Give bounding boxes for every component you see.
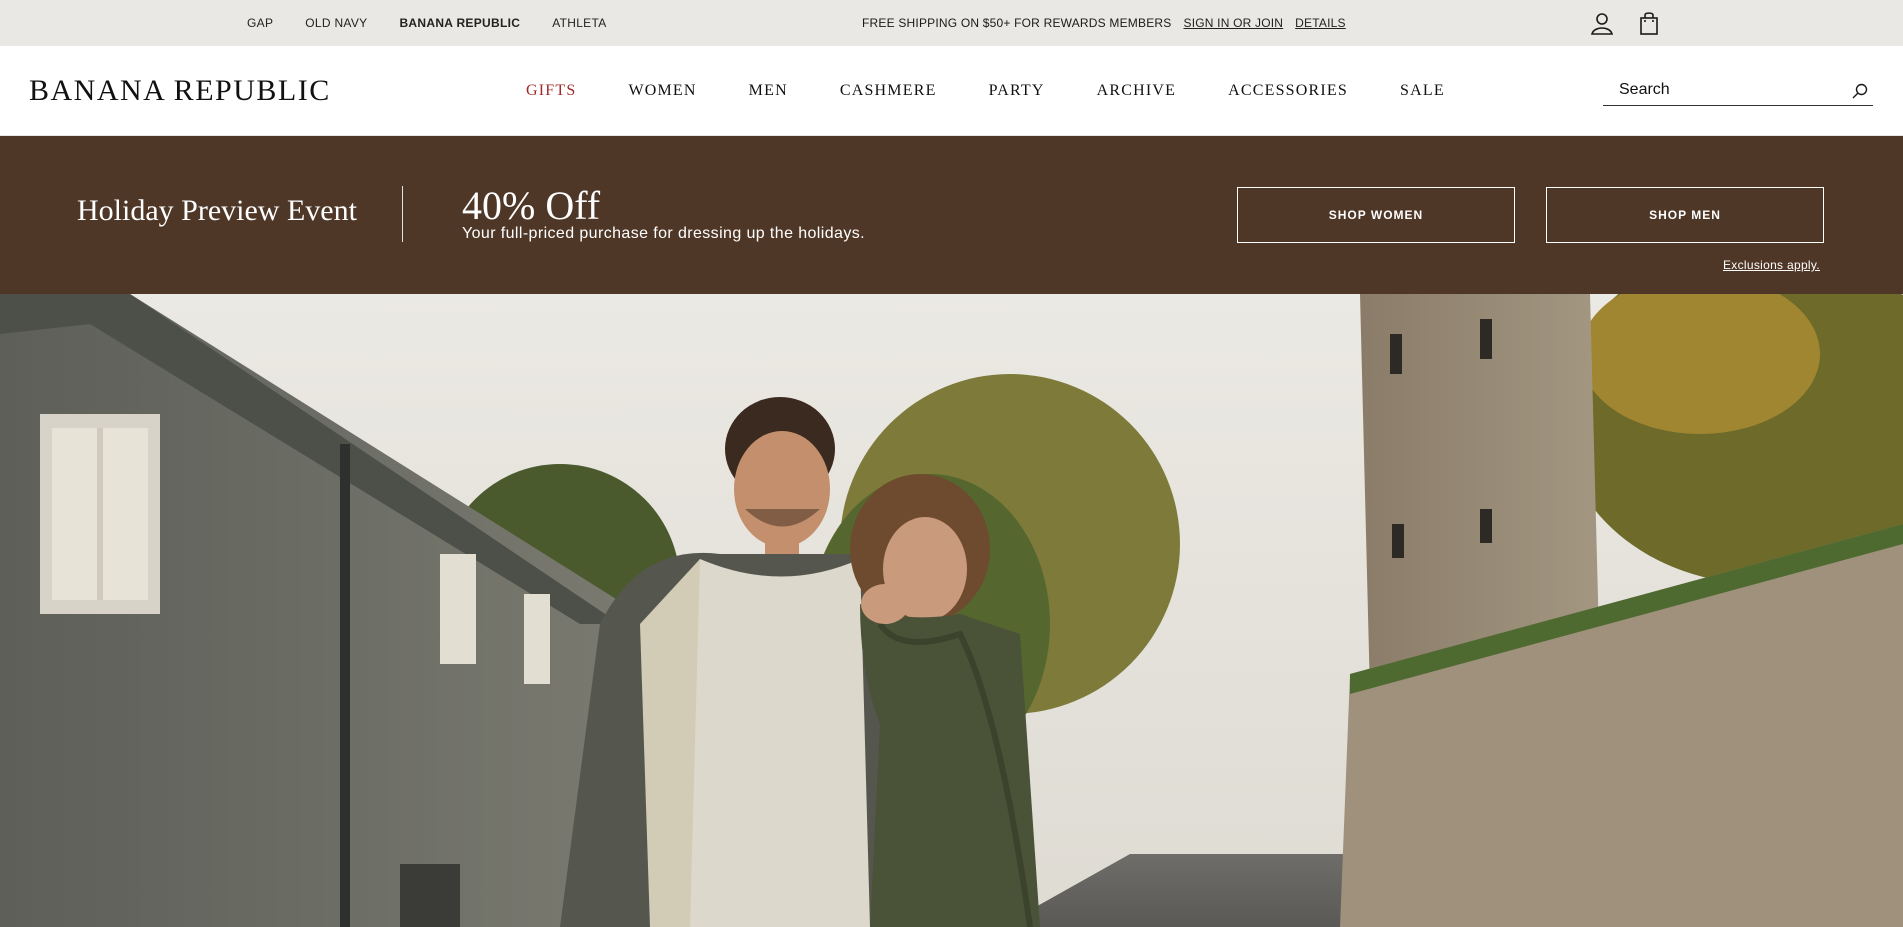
brand-link-athleta[interactable]: ATHLETA [552, 16, 606, 30]
banner-divider [402, 186, 403, 242]
brand-link-old-navy[interactable]: OLD NAVY [305, 16, 367, 30]
shop-men-button[interactable]: SHOP MEN [1546, 187, 1824, 243]
nav-item-cashmere[interactable]: CASHMERE [840, 82, 937, 100]
shop-women-button[interactable]: SHOP WOMEN [1237, 187, 1515, 243]
shopping-bag-icon[interactable] [1636, 10, 1662, 36]
nav-item-men[interactable]: MEN [749, 82, 788, 100]
offer-subtext: Your full-priced purchase for dressing u… [462, 225, 865, 242]
exclusions-link[interactable]: Exclusions apply. [1723, 258, 1820, 272]
promo-banner: Holiday Preview Event 40% Off Your full-… [0, 136, 1903, 294]
nav-item-sale[interactable]: SALE [1400, 82, 1445, 100]
shipping-promo-text: FREE SHIPPING ON $50+ FOR REWARDS MEMBER… [862, 16, 1172, 30]
main-header: BANANA REPUBLIC GIFTS WOMEN MEN CASHMERE… [0, 46, 1903, 136]
search-input[interactable] [1603, 76, 1833, 104]
brand-link-banana-republic[interactable]: BANANA REPUBLIC [399, 16, 520, 30]
nav-item-party[interactable]: PARTY [989, 82, 1045, 100]
brand-link-gap[interactable]: GAP [247, 16, 273, 30]
brand-links: GAP OLD NAVY BANANA REPUBLIC ATHLETA [247, 0, 607, 46]
search-bar [1603, 76, 1873, 106]
details-link[interactable]: DETAILS [1295, 16, 1346, 30]
main-nav: GIFTS WOMEN MEN CASHMERE PARTY ARCHIVE A… [526, 46, 1497, 136]
hero-photo [0, 294, 1903, 927]
event-title: Holiday Preview Event [77, 194, 357, 227]
sign-in-link[interactable]: SIGN IN OR JOIN [1183, 16, 1283, 30]
nav-item-gifts[interactable]: GIFTS [526, 82, 576, 100]
offer-headline: 40% Off [462, 183, 601, 228]
utility-bar: GAP OLD NAVY BANANA REPUBLIC ATHLETA FRE… [0, 0, 1903, 46]
search-icon[interactable] [1851, 82, 1869, 100]
account-icon[interactable] [1589, 10, 1615, 36]
nav-item-accessories[interactable]: ACCESSORIES [1228, 82, 1348, 100]
hero-image[interactable] [0, 294, 1903, 927]
shipping-promo: FREE SHIPPING ON $50+ FOR REWARDS MEMBER… [862, 0, 1358, 46]
nav-item-archive[interactable]: ARCHIVE [1097, 82, 1177, 100]
nav-item-women[interactable]: WOMEN [628, 82, 696, 100]
site-logo[interactable]: BANANA REPUBLIC [29, 74, 331, 108]
